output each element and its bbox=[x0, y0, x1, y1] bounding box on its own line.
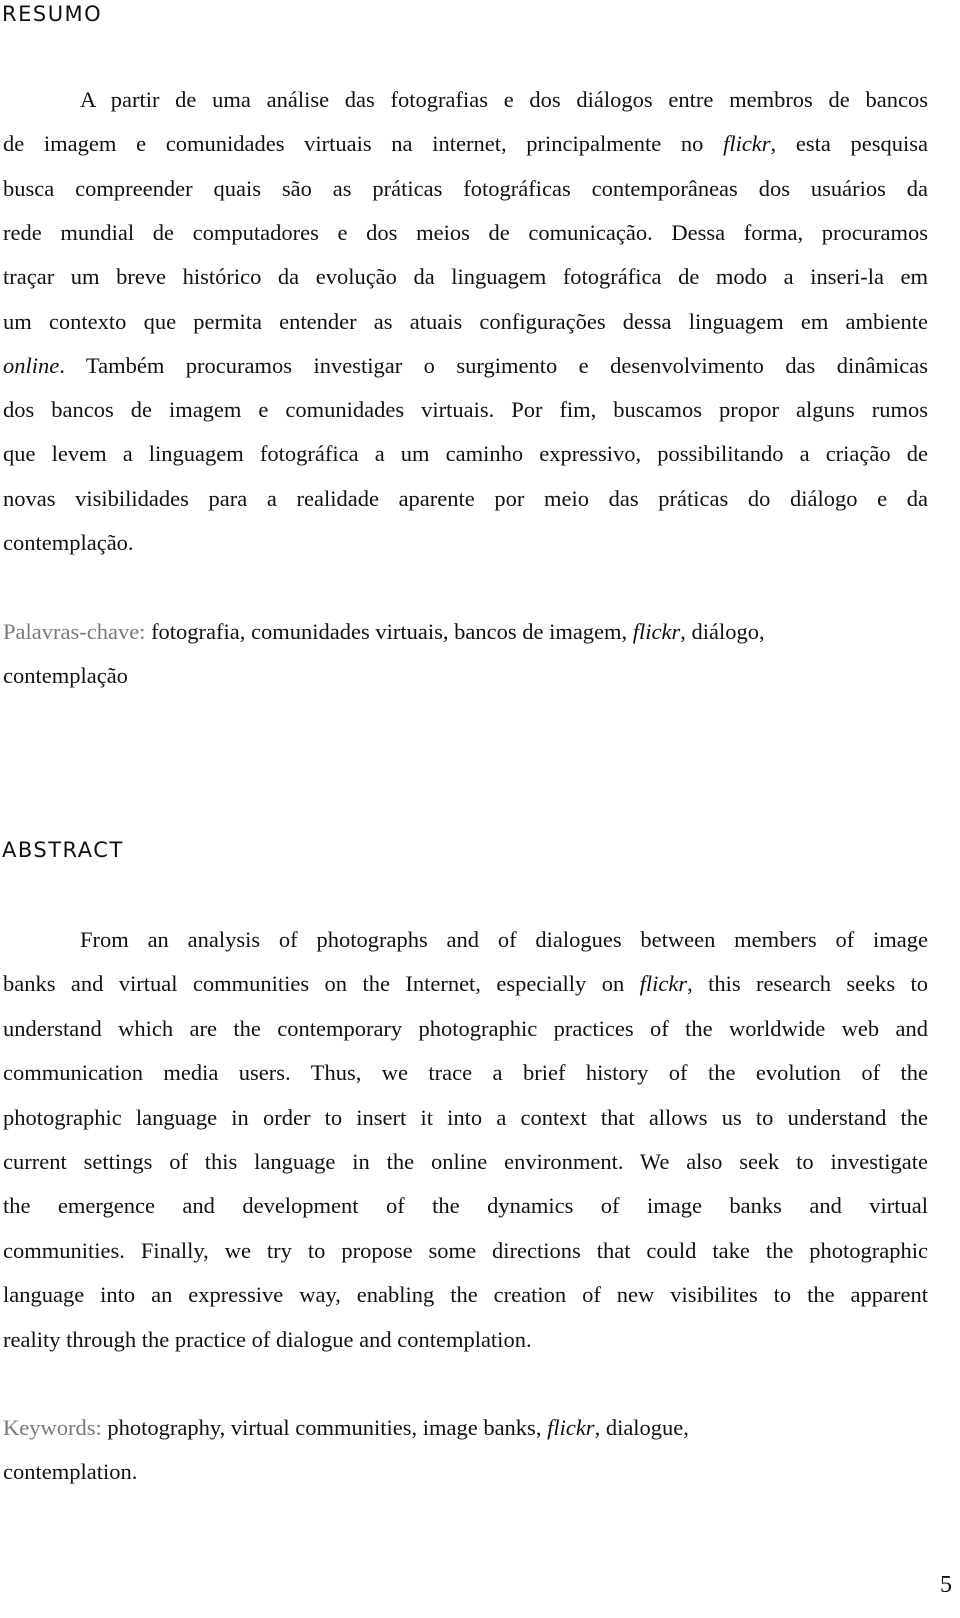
abstract-heading: ABSTRACT bbox=[2, 838, 124, 862]
resumo-line: novas visibilidades para a realidade apa… bbox=[3, 485, 928, 511]
text-run: de imagem e comunidades virtuais na inte… bbox=[3, 131, 724, 157]
resumo-line: de imagem e comunidades virtuais na inte… bbox=[3, 129, 928, 159]
resumo-line: online. Também procuramos investigar o s… bbox=[3, 351, 928, 381]
text-run: banks and virtual communities on the Int… bbox=[3, 971, 640, 997]
abstract-line: communities. Finally, we try to propose … bbox=[3, 1237, 928, 1263]
abstract-keywords-a: photography, virtual communities, image … bbox=[101, 1415, 548, 1440]
abstract-line: banks and virtual communities on the Int… bbox=[3, 969, 928, 999]
abstract-keywords-label: Keywords: bbox=[3, 1415, 102, 1440]
resumo-line: busca compreender quais são as práticas … bbox=[3, 175, 928, 201]
resumo-line: rede mundial de computadores e dos meios… bbox=[3, 219, 928, 245]
resumo-line: traçar um breve histórico da evolução da… bbox=[3, 264, 928, 290]
abstract-line: reality through the practice of dialogue… bbox=[3, 1326, 532, 1352]
resumo-keywords-a: fotografia, comunidades virtuais, bancos… bbox=[145, 619, 633, 644]
text-run: . Também procuramos investigar o surgime… bbox=[59, 352, 928, 378]
resumo-line: contemplação. bbox=[3, 530, 134, 555]
abstract-keywords-cont: contemplation. bbox=[3, 1459, 138, 1484]
abstract-line: the emergence and development of the dyn… bbox=[3, 1193, 928, 1219]
resumo-line: A partir de uma análise das fotografias … bbox=[80, 87, 928, 112]
italic-term: online bbox=[3, 352, 60, 378]
resumo-keywords-cont: contemplação bbox=[3, 663, 128, 688]
text-run: , this research seeks to bbox=[687, 971, 928, 997]
page-number: 5 bbox=[940, 1572, 952, 1598]
resumo-line: um contexto que permita entender as atua… bbox=[3, 308, 928, 334]
text-run: , esta pesquisa bbox=[770, 131, 928, 157]
abstract-line: From an analysis of photographs and of d… bbox=[80, 927, 928, 952]
abstract-line: understand which are the contemporary ph… bbox=[3, 1015, 928, 1041]
resumo-heading: RESUMO bbox=[2, 2, 103, 26]
abstract-keywords-b: , dialogue, bbox=[594, 1415, 689, 1440]
resumo-keywords-flickr: flickr bbox=[632, 619, 681, 644]
abstract-keywords: Keywords: photography, virtual communiti… bbox=[3, 1413, 928, 1443]
italic-term: flickr bbox=[723, 131, 771, 157]
abstract-line: current settings of this language in the… bbox=[3, 1149, 928, 1174]
resumo-keywords: Palavras-chave: fotografia, comunidades … bbox=[3, 617, 928, 647]
resumo-keywords-b: , diálogo, bbox=[680, 619, 765, 644]
resumo-keywords-label: Palavras-chave: bbox=[3, 619, 146, 644]
abstract-line: communication media users. Thus, we trac… bbox=[3, 1060, 928, 1086]
resumo-line: dos bancos de imagem e comunidades virtu… bbox=[3, 397, 928, 423]
abstract-line: photographic language in order to insert… bbox=[3, 1104, 928, 1130]
resumo-line: que levem a linguagem fotográfica a um c… bbox=[3, 441, 928, 467]
abstract-line: language into an expressive way, enablin… bbox=[3, 1282, 928, 1308]
abstract-keywords-flickr: flickr bbox=[547, 1415, 595, 1440]
italic-term: flickr bbox=[639, 971, 688, 997]
